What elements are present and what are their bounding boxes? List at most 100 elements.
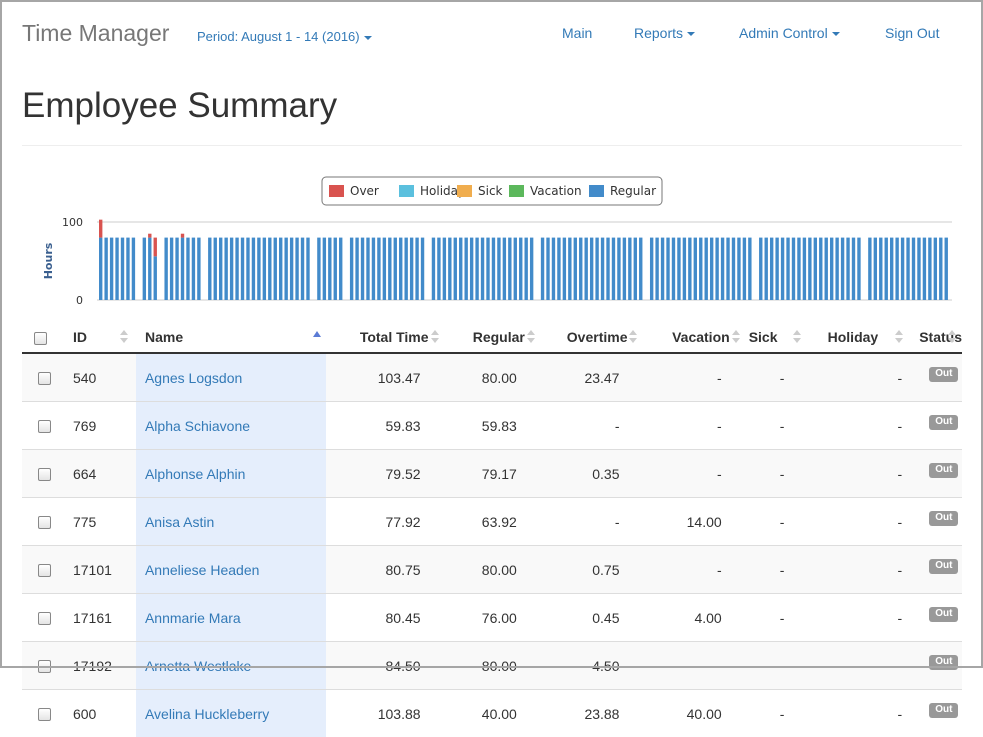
- select-all-header[interactable]: [22, 322, 57, 353]
- bar-regular: [186, 238, 189, 300]
- bar-regular: [372, 238, 375, 300]
- col-holiday[interactable]: Holiday: [809, 322, 906, 353]
- col-vacation[interactable]: Vacation: [637, 322, 739, 353]
- bar-regular: [563, 238, 566, 300]
- cell-name: Alpha Schiavone: [136, 402, 326, 450]
- bar-regular: [781, 238, 784, 300]
- cell-id: 775: [57, 498, 136, 546]
- cell-sick: -: [740, 450, 809, 498]
- select-all-checkbox[interactable]: [34, 332, 47, 345]
- cell-vacation: 14.00: [637, 498, 739, 546]
- row-checkbox[interactable]: [38, 420, 51, 433]
- employee-name-link[interactable]: Alphonse Alphin: [145, 466, 245, 482]
- nav-sign-out[interactable]: Sign Out: [885, 25, 939, 41]
- bar-regular: [104, 238, 107, 300]
- row-checkbox[interactable]: [38, 564, 51, 577]
- legend-label: Sick: [478, 184, 503, 198]
- legend-swatch: [589, 185, 604, 197]
- cell-total-time: 103.88: [326, 690, 438, 737]
- bar-regular: [230, 238, 233, 300]
- bar-regular: [224, 238, 227, 300]
- bar-regular: [121, 238, 124, 300]
- cell-name: Agnes Logsdon: [136, 353, 326, 402]
- bar-regular: [164, 238, 167, 300]
- row-select-cell[interactable]: [22, 402, 57, 450]
- col-vacation-label: Vacation: [672, 329, 730, 345]
- nav-reports[interactable]: Reports: [634, 25, 695, 41]
- bar-regular: [945, 238, 948, 300]
- bar-regular: [906, 238, 909, 300]
- bar-regular: [497, 238, 500, 300]
- bar-regular: [715, 238, 718, 300]
- row-checkbox[interactable]: [38, 516, 51, 529]
- table-row: 17101Anneliese Headen80.7580.000.75---Ou…: [22, 546, 962, 594]
- bar-regular: [612, 238, 615, 300]
- row-checkbox[interactable]: [38, 660, 51, 673]
- bar-regular: [263, 238, 266, 300]
- col-overtime[interactable]: Overtime: [535, 322, 638, 353]
- nav-admin-label: Admin Control: [739, 25, 828, 41]
- employee-name-link[interactable]: Annmarie Mara: [145, 610, 241, 626]
- employee-summary-table: ID Name Total Time Regular Overtime Vaca…: [22, 322, 962, 737]
- col-status[interactable]: Status: [905, 322, 962, 353]
- row-select-cell[interactable]: [22, 450, 57, 498]
- employee-name-link[interactable]: Alpha Schiavone: [145, 418, 250, 434]
- caret-down-icon: [832, 32, 840, 36]
- cell-name: Avelina Huckleberry: [136, 690, 326, 737]
- bar-over: [154, 238, 157, 257]
- row-checkbox[interactable]: [38, 612, 51, 625]
- col-regular[interactable]: Regular: [439, 322, 535, 353]
- row-select-cell[interactable]: [22, 353, 57, 402]
- caret-down-icon: [687, 32, 695, 36]
- bar-regular: [666, 238, 669, 300]
- bar-regular: [879, 238, 882, 300]
- row-select-cell[interactable]: [22, 690, 57, 737]
- col-sick[interactable]: Sick: [740, 322, 809, 353]
- employee-name-link[interactable]: Anisa Astin: [145, 514, 214, 530]
- row-select-cell[interactable]: [22, 642, 57, 690]
- row-select-cell[interactable]: [22, 498, 57, 546]
- employee-name-link[interactable]: Agnes Logsdon: [145, 370, 242, 386]
- row-select-cell[interactable]: [22, 594, 57, 642]
- cell-total-time: 80.75: [326, 546, 438, 594]
- table-row: 540Agnes Logsdon103.4780.0023.47---Out: [22, 353, 962, 402]
- sort-icon: [895, 330, 903, 344]
- col-name-label: Name: [145, 329, 183, 345]
- cell-overtime: 0.75: [535, 546, 638, 594]
- bar-regular: [590, 238, 593, 300]
- col-overtime-label: Overtime: [567, 329, 628, 345]
- nav-admin-control[interactable]: Admin Control: [739, 25, 840, 41]
- row-checkbox[interactable]: [38, 468, 51, 481]
- nav-main[interactable]: Main: [562, 25, 592, 41]
- bar-regular: [481, 238, 484, 300]
- col-sick-label: Sick: [749, 329, 778, 345]
- bar-regular: [759, 238, 762, 300]
- employee-name-link[interactable]: Anneliese Headen: [145, 562, 259, 578]
- row-checkbox[interactable]: [38, 372, 51, 385]
- bar-regular: [197, 238, 200, 300]
- col-id[interactable]: ID: [57, 322, 136, 353]
- bar-regular: [846, 238, 849, 300]
- cell-id: 17192: [57, 642, 136, 690]
- col-name[interactable]: Name: [136, 322, 326, 353]
- nav-reports-label: Reports: [634, 25, 683, 41]
- caret-down-icon: [364, 36, 372, 40]
- employee-name-link[interactable]: Arnetta Westlake: [145, 658, 251, 674]
- cell-holiday: -: [809, 642, 906, 690]
- employee-name-link[interactable]: Avelina Huckleberry: [145, 706, 269, 722]
- cell-regular: 40.00: [439, 690, 535, 737]
- bar-regular: [699, 238, 702, 300]
- bar-regular: [252, 238, 255, 300]
- bar-over: [99, 220, 102, 238]
- bar-regular: [830, 238, 833, 300]
- bar-regular: [181, 238, 184, 300]
- bar-regular: [683, 238, 686, 300]
- row-checkbox[interactable]: [38, 708, 51, 721]
- bar-regular: [301, 238, 304, 300]
- bar-regular: [530, 238, 533, 300]
- app-brand[interactable]: Time Manager: [22, 20, 169, 47]
- col-total-time[interactable]: Total Time: [326, 322, 438, 353]
- bar-regular: [606, 238, 609, 300]
- period-dropdown[interactable]: Period: August 1 - 14 (2016): [197, 29, 372, 44]
- row-select-cell[interactable]: [22, 546, 57, 594]
